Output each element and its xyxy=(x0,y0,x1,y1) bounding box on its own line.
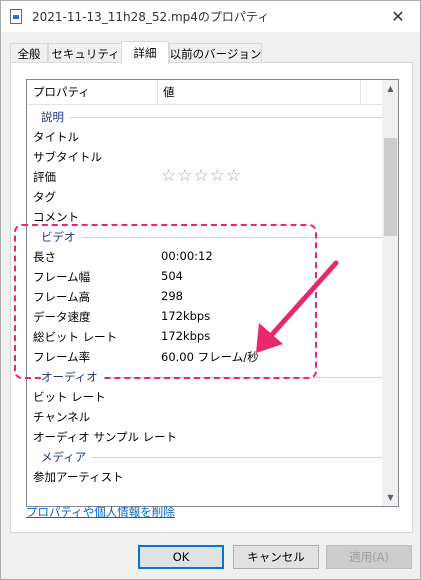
group-divider xyxy=(41,117,382,118)
list-item[interactable]: タグ xyxy=(27,186,382,206)
close-button[interactable]: ✕ xyxy=(376,1,420,32)
details-panel: プロパティ 値 説明 タイトル サブタイトル 評価 ☆☆☆☆☆ タグ コメント … xyxy=(10,62,413,533)
property-name: コメント xyxy=(33,210,79,224)
list-item[interactable]: フレーム高 298 xyxy=(27,286,382,306)
property-value: 298 xyxy=(161,289,183,303)
list-item[interactable]: コメント xyxy=(27,206,382,226)
file-icon xyxy=(10,9,22,24)
column-divider[interactable] xyxy=(360,80,361,104)
property-value: 172kbps xyxy=(161,329,211,343)
property-name: フレーム率 xyxy=(33,350,91,364)
group-label: オーディオ xyxy=(41,369,104,385)
group-audio: オーディオ xyxy=(27,366,382,386)
rating-stars[interactable]: ☆☆☆☆☆ xyxy=(161,166,242,186)
property-value: 504 xyxy=(161,269,183,283)
ok-button[interactable]: OK xyxy=(138,545,224,569)
list-item[interactable]: オーディオ サンプル レート xyxy=(27,426,382,446)
property-name: オーディオ サンプル レート xyxy=(33,430,178,444)
property-value: 172kbps xyxy=(161,309,211,323)
apply-button[interactable]: 適用(A) xyxy=(326,545,412,569)
list-header: プロパティ 値 xyxy=(27,80,382,105)
property-name: フレーム高 xyxy=(33,290,91,304)
group-divider xyxy=(41,237,382,238)
group-label: メディア xyxy=(41,449,93,465)
list-item[interactable]: データ速度 172kbps xyxy=(27,306,382,326)
remove-properties-link[interactable]: プロパティや個人情報を削除 xyxy=(26,504,175,520)
group-video: ビデオ xyxy=(27,226,382,246)
property-rows: 説明 タイトル サブタイトル 評価 ☆☆☆☆☆ タグ コメント ビデオ 長さ 0… xyxy=(27,106,382,486)
close-icon: ✕ xyxy=(391,7,405,26)
group-label: ビデオ xyxy=(41,229,82,245)
scroll-down-icon[interactable]: ▼ xyxy=(382,489,398,506)
tab-previous-versions[interactable]: 以前のバージョン xyxy=(169,43,262,63)
list-item[interactable]: チャンネル xyxy=(27,406,382,426)
title-bar: 2021-11-13_11h28_52.mp4のプロパティ ✕ xyxy=(1,1,420,32)
property-value: 60.00 フレーム/秒 xyxy=(161,350,259,364)
property-name: データ速度 xyxy=(33,310,91,324)
property-name: ビット レート xyxy=(33,390,106,404)
column-header-value[interactable]: 値 xyxy=(163,80,175,104)
tab-security[interactable]: セキュリティ xyxy=(48,43,123,63)
tab-details[interactable]: 詳細 xyxy=(121,41,169,64)
property-name: タグ xyxy=(33,190,56,204)
property-name: タイトル xyxy=(33,130,79,144)
column-divider[interactable] xyxy=(157,80,158,104)
tab-general[interactable]: 全般 xyxy=(10,43,48,63)
property-name: 総ビット レート xyxy=(33,330,118,344)
property-name: チャンネル xyxy=(33,410,91,424)
vertical-scrollbar[interactable]: ▲ ▼ xyxy=(382,80,398,506)
property-name: フレーム幅 xyxy=(33,270,91,284)
group-media: メディア xyxy=(27,446,382,466)
tab-strip: 全般 セキュリティ 詳細 以前のバージョン xyxy=(10,41,413,64)
property-value: 00:00:12 xyxy=(161,249,213,263)
list-item[interactable]: 評価 ☆☆☆☆☆ xyxy=(27,166,382,186)
property-list[interactable]: プロパティ 値 説明 タイトル サブタイトル 評価 ☆☆☆☆☆ タグ コメント … xyxy=(26,79,399,507)
scroll-up-icon[interactable]: ▲ xyxy=(382,80,398,97)
list-item[interactable]: 参加アーティスト xyxy=(27,466,382,486)
list-item[interactable]: 長さ 00:00:12 xyxy=(27,246,382,266)
property-name: 参加アーティスト xyxy=(33,470,124,484)
list-item[interactable]: タイトル xyxy=(27,126,382,146)
list-item[interactable]: ビット レート xyxy=(27,386,382,406)
properties-dialog: 2021-11-13_11h28_52.mp4のプロパティ ✕ 全般 セキュリテ… xyxy=(0,0,421,580)
property-name: 長さ xyxy=(33,250,56,264)
cancel-button[interactable]: キャンセル xyxy=(233,545,319,569)
property-name: 評価 xyxy=(33,170,56,184)
property-name: サブタイトル xyxy=(33,150,102,164)
group-description: 説明 xyxy=(27,106,382,126)
group-label: 説明 xyxy=(41,109,70,125)
list-item[interactable]: 総ビット レート 172kbps xyxy=(27,326,382,346)
column-header-property[interactable]: プロパティ xyxy=(33,80,90,104)
scrollbar-thumb[interactable] xyxy=(384,138,397,236)
list-item[interactable]: フレーム幅 504 xyxy=(27,266,382,286)
list-item[interactable]: フレーム率 60.00 フレーム/秒 xyxy=(27,346,382,366)
window-title: 2021-11-13_11h28_52.mp4のプロパティ xyxy=(32,10,270,24)
list-item[interactable]: サブタイトル xyxy=(27,146,382,166)
